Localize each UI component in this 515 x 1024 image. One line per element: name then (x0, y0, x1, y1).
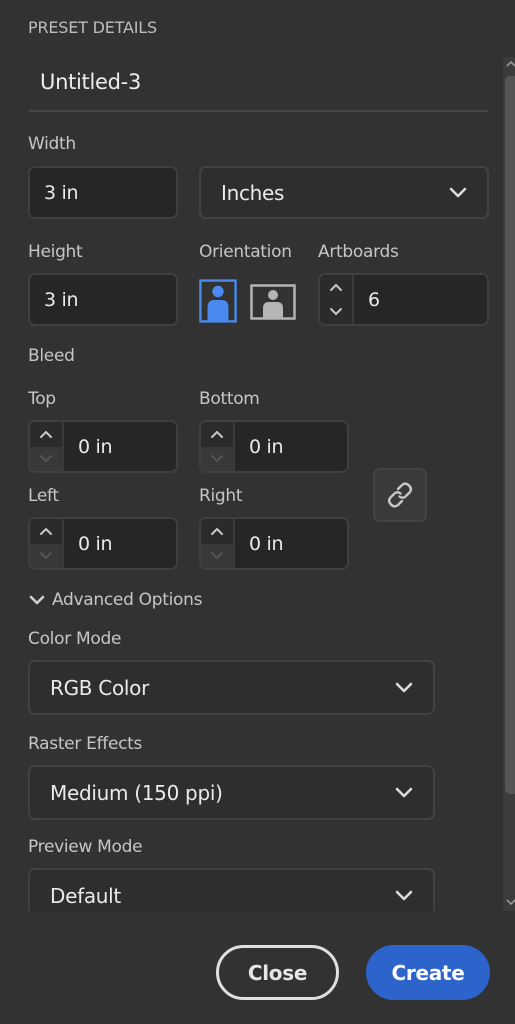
chevron-down-icon (40, 455, 52, 463)
bleed-right-value: 0 in (249, 532, 284, 555)
bleed-left-value: 0 in (78, 532, 113, 555)
color-mode-dropdown[interactable]: RGB Color (28, 660, 435, 715)
bleed-label: Bleed (28, 346, 75, 366)
artboards-stepper[interactable]: 6 (318, 273, 489, 326)
document-name-input[interactable]: Untitled-3 (29, 62, 488, 112)
chevron-down-icon (211, 552, 223, 560)
document-name-value: Untitled-3 (40, 70, 142, 94)
chevron-up-icon (40, 430, 52, 438)
bleed-bottom-increment-button[interactable] (201, 422, 233, 447)
bleed-top-stepper[interactable]: 0 in (28, 420, 178, 473)
chevron-down-icon (211, 455, 223, 463)
bleed-top-decrement-button[interactable] (30, 446, 62, 471)
height-input[interactable]: 3 in (28, 273, 178, 326)
bleed-top-increment-button[interactable] (30, 422, 62, 447)
color-mode-value: RGB Color (50, 675, 149, 700)
chevron-down-icon (330, 308, 342, 316)
artboards-decrement-button[interactable] (320, 300, 352, 325)
height-value: 3 in (44, 288, 79, 311)
link-icon (387, 482, 413, 508)
panel-title: PRESET DETAILS (28, 18, 157, 37)
preview-mode-label: Preview Mode (28, 837, 143, 857)
bleed-top-label: Top (28, 389, 56, 409)
width-value: 3 in (44, 181, 79, 204)
scrollbar-thumb[interactable] (505, 76, 515, 794)
chevron-up-icon (330, 283, 342, 291)
artboards-value: 6 (368, 288, 380, 311)
chevron-down-icon (29, 595, 45, 605)
preview-mode-value: Default (50, 884, 121, 908)
bleed-bottom-value: 0 in (249, 435, 284, 458)
chevron-down-icon (449, 187, 467, 197)
landscape-orientation-icon[interactable] (250, 284, 296, 320)
chevron-down-icon (395, 682, 413, 692)
raster-effects-dropdown[interactable]: Medium (150 ppi) (28, 765, 435, 820)
bleed-right-stepper[interactable]: 0 in (199, 517, 349, 570)
bleed-bottom-label: Bottom (199, 389, 260, 409)
bleed-right-increment-button[interactable] (201, 519, 233, 544)
chevron-down-icon (40, 552, 52, 560)
preview-mode-dropdown[interactable]: Default (28, 868, 435, 911)
chevron-down-icon (395, 787, 413, 797)
close-button[interactable]: Close (216, 945, 339, 1000)
raster-effects-value: Medium (150 ppi) (50, 780, 223, 805)
bleed-right-decrement-button[interactable] (201, 543, 233, 568)
artboards-label: Artboards (318, 242, 399, 262)
width-input[interactable]: 3 in (28, 166, 178, 219)
advanced-options-label: Advanced Options (52, 590, 203, 610)
portrait-orientation-icon[interactable] (199, 278, 237, 324)
bleed-top-value: 0 in (78, 435, 113, 458)
create-button[interactable]: Create (366, 945, 490, 1000)
orientation-label: Orientation (199, 242, 292, 262)
scroll-up-icon[interactable] (505, 60, 515, 68)
bleed-right-label: Right (199, 486, 243, 506)
bleed-left-stepper[interactable]: 0 in (28, 517, 178, 570)
artboards-increment-button[interactable] (320, 275, 352, 300)
chevron-up-icon (211, 527, 223, 535)
link-bleed-button[interactable] (373, 468, 427, 522)
units-value: Inches (221, 180, 285, 205)
chevron-up-icon (40, 527, 52, 535)
scroll-down-icon[interactable] (505, 898, 515, 906)
preset-details-panel: PRESET DETAILS Untitled-3 Width 3 in Inc… (0, 0, 503, 911)
bleed-left-decrement-button[interactable] (30, 543, 62, 568)
height-label: Height (28, 242, 83, 262)
width-label: Width (28, 134, 76, 154)
chevron-down-icon (395, 890, 413, 901)
bleed-left-increment-button[interactable] (30, 519, 62, 544)
bleed-bottom-stepper[interactable]: 0 in (199, 420, 349, 473)
color-mode-label: Color Mode (28, 629, 122, 649)
bleed-bottom-decrement-button[interactable] (201, 446, 233, 471)
units-dropdown[interactable]: Inches (199, 166, 489, 219)
advanced-options-toggle[interactable]: Advanced Options (28, 590, 202, 610)
chevron-up-icon (211, 430, 223, 438)
bleed-left-label: Left (28, 486, 59, 506)
raster-effects-label: Raster Effects (28, 734, 143, 754)
